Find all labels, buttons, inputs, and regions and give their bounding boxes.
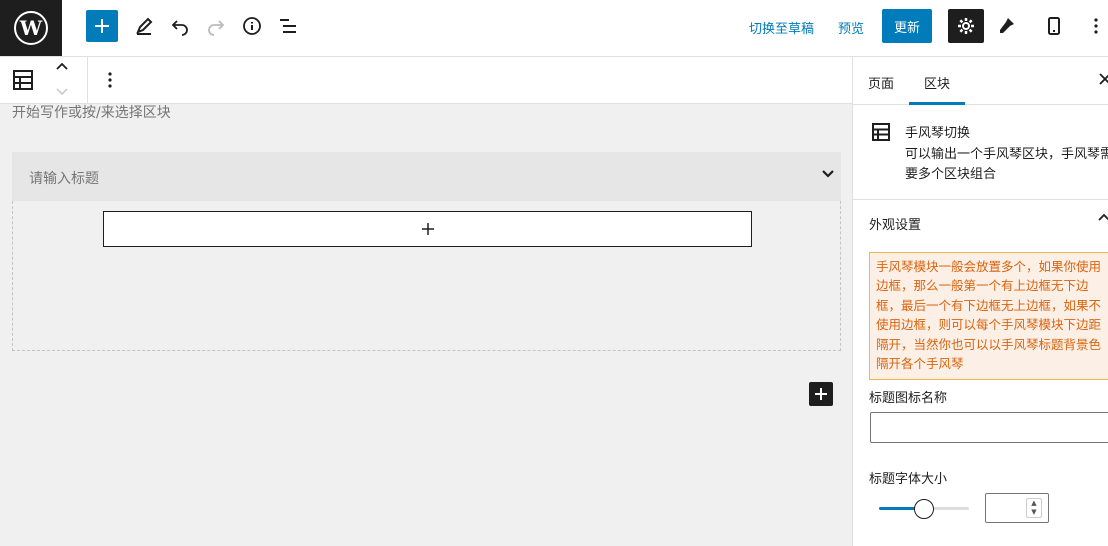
block-icon xyxy=(871,122,891,146)
default-block-appender[interactable]: 开始写作或按/来选择区块 xyxy=(12,102,171,122)
chevron-up-icon xyxy=(56,62,68,70)
block-type-button[interactable] xyxy=(12,69,34,95)
appearance-panel-toggle[interactable]: 外观设置 xyxy=(869,214,921,233)
update-button[interactable]: 更新 xyxy=(882,9,932,43)
accordion-body xyxy=(12,201,841,351)
chevron-up-icon xyxy=(1098,213,1108,221)
preview-link[interactable]: 预览 xyxy=(838,18,864,37)
accordion-title-input[interactable]: 请输入标题 xyxy=(29,168,99,188)
block-card-title: 手风琴切换 xyxy=(905,126,971,141)
close-icon xyxy=(1099,73,1108,85)
editor-canvas: 开始写作或按/来选择区块 请输入标题 xyxy=(0,104,852,546)
plus-icon xyxy=(95,19,109,33)
add-block-button[interactable] xyxy=(86,10,118,42)
chevron-down-icon xyxy=(56,88,68,96)
tab-page[interactable]: 页面 xyxy=(868,73,894,92)
move-up-button[interactable] xyxy=(54,59,70,79)
title-icon-label: 标题图标名称 xyxy=(869,391,948,406)
number-spinner[interactable]: ▲ ▼ xyxy=(1026,498,1042,518)
move-down-button[interactable] xyxy=(54,83,70,103)
undo-button[interactable] xyxy=(164,10,196,42)
settings-button[interactable] xyxy=(948,9,984,43)
inner-block-appender-button[interactable] xyxy=(103,211,752,247)
redo-icon xyxy=(208,20,225,36)
brush-icon xyxy=(1000,18,1014,33)
plus-icon xyxy=(421,223,434,235)
block-icon xyxy=(13,70,33,90)
plus-icon xyxy=(815,388,827,400)
block-toolbar xyxy=(0,57,852,104)
edit-tool-button[interactable] xyxy=(128,10,160,42)
tab-block[interactable]: 区块 xyxy=(924,73,950,92)
undo-icon xyxy=(171,20,188,36)
font-size-number-input[interactable]: ▲ ▼ xyxy=(985,493,1049,523)
block-card-description: 可以输出一个手风琴区块，手风琴需要多个区块组合 xyxy=(905,147,1108,182)
info-icon xyxy=(243,17,261,35)
list-view-button[interactable] xyxy=(272,10,304,42)
switch-to-draft-link[interactable]: 切换至草稿 xyxy=(749,18,814,37)
block-options-button[interactable] xyxy=(104,69,116,95)
close-sidebar-button[interactable] xyxy=(1099,69,1108,90)
sidebar-tabs: 页面 区块 xyxy=(853,57,1108,105)
list-view-icon xyxy=(280,19,296,33)
pencil-icon xyxy=(136,17,153,35)
title-font-size-label: 标题字体大小 xyxy=(869,472,948,487)
redo-button[interactable] xyxy=(200,10,232,42)
slider-thumb[interactable] xyxy=(914,499,934,519)
block-appender-button[interactable] xyxy=(809,382,833,406)
editor-header: W 切换至草稿 预览 更新 xyxy=(0,0,1108,57)
style-button[interactable] xyxy=(990,10,1022,42)
more-vertical-icon xyxy=(1094,18,1098,34)
more-vertical-icon xyxy=(108,72,112,88)
accordion-header[interactable]: 请输入标题 xyxy=(12,152,841,201)
notice-box: 手风琴模块一般会放置多个，如果你使用边框，那么一般第一个有上边框无下边框，最后一… xyxy=(869,252,1108,380)
device-preview-button[interactable] xyxy=(1038,10,1070,42)
panel-collapse-button[interactable] xyxy=(1097,209,1108,228)
gear-icon xyxy=(958,18,974,34)
block-card: 手风琴切换 可以输出一个手风琴区块，手风琴需要多个区块组合 xyxy=(853,105,1108,200)
mobile-icon xyxy=(1048,17,1060,35)
options-button[interactable] xyxy=(1084,10,1108,42)
settings-sidebar: 页面 区块 手风琴切换 可以输出一个手风琴区块，手风琴需要多个区块组合 外观设置… xyxy=(852,57,1108,546)
wordpress-logo-icon[interactable]: W xyxy=(0,0,62,56)
chevron-down-icon xyxy=(822,170,834,178)
title-icon-input[interactable] xyxy=(870,412,1108,443)
accordion-toggle[interactable] xyxy=(821,166,835,184)
block-switcher-group xyxy=(0,57,88,103)
details-button[interactable] xyxy=(236,10,268,42)
